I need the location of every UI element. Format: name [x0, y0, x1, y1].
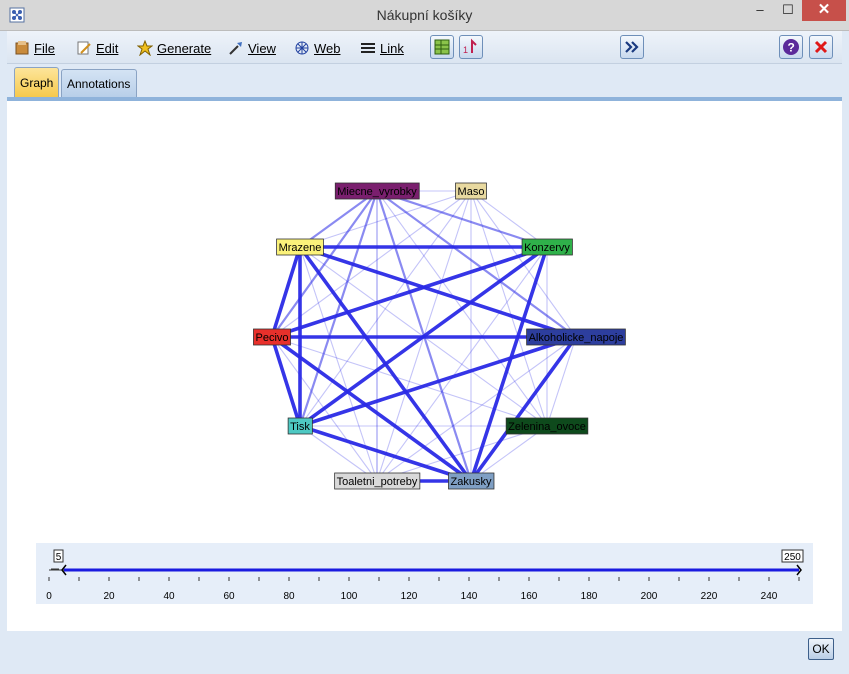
- slider-tick-label: 200: [641, 591, 658, 602]
- slider-tick-label: 60: [223, 591, 235, 602]
- close-icon: [814, 40, 828, 54]
- menu-link-label: Link: [380, 40, 404, 56]
- table-view-button[interactable]: [430, 35, 454, 59]
- help-icon: ?: [783, 39, 799, 55]
- help-button[interactable]: ?: [779, 35, 803, 59]
- ok-button[interactable]: OK: [808, 638, 834, 660]
- link-threshold-slider-panel: 5 250 0 20 40 60 80 100 120 140 160 180 200 220 240: [36, 543, 813, 604]
- edge-maso-pecivo[interactable]: [271, 190, 472, 338]
- node-label-toaletni: Toaletni_potreby: [337, 476, 418, 488]
- tab-annotations[interactable]: Annotations: [61, 69, 137, 97]
- menu-file[interactable]: File: [14, 40, 55, 56]
- menu-link[interactable]: Link: [360, 40, 404, 56]
- slider-max-value: 250: [784, 552, 801, 563]
- menu-generate-label: Generate: [157, 40, 212, 56]
- node-mrazene[interactable]: Mrazene: [276, 238, 324, 256]
- close-window-button[interactable]: ✕: [802, 0, 846, 21]
- slider-tick-label: 20: [103, 591, 115, 602]
- node-label-pecivo: Pecivo: [255, 332, 288, 344]
- slider-tick-label: 40: [163, 591, 175, 602]
- node-label-maso: Maso: [458, 186, 485, 198]
- slider-tick-label: 100: [341, 591, 358, 602]
- node-toaletni[interactable]: Toaletni_potreby: [334, 472, 421, 490]
- bottom-bar: [0, 631, 849, 674]
- slider-tick-label: 80: [283, 591, 295, 602]
- node-label-konzervy: Konzervy: [524, 242, 570, 254]
- web-icon: [295, 41, 309, 55]
- node-label-tisk: Tisk: [290, 421, 310, 433]
- edge-konzervy-zakusky[interactable]: [469, 246, 549, 482]
- menu-web[interactable]: Web: [294, 40, 341, 56]
- title-bar: Nákupní košíky – ☐ ✕: [0, 0, 849, 31]
- menu-view[interactable]: View: [228, 40, 276, 56]
- generate-icon: [137, 40, 153, 56]
- menu-edit[interactable]: Edit: [76, 40, 118, 56]
- edge-miecne-pecivo[interactable]: [271, 190, 378, 338]
- node-zakusky[interactable]: Zakusky: [448, 472, 495, 490]
- node-tisk[interactable]: Tisk: [287, 417, 313, 435]
- node-konzervy[interactable]: Konzervy: [521, 238, 573, 256]
- menu-web-label: Web: [314, 40, 341, 56]
- node-pecivo[interactable]: Pecivo: [253, 328, 291, 346]
- svg-text:?: ?: [788, 41, 795, 55]
- node-alkoholicke[interactable]: Alkoholicke_napoje: [526, 328, 626, 346]
- slider-tick-label: 180: [581, 591, 598, 602]
- double-chevron-right-icon: [625, 41, 639, 53]
- slider-tick-label: 240: [761, 591, 778, 602]
- slider-tick-label: 220: [701, 591, 718, 602]
- link-icon: [361, 43, 375, 53]
- node-label-zakusky: Zakusky: [451, 476, 492, 488]
- menu-view-label: View: [248, 40, 276, 56]
- menu-generate[interactable]: Generate: [137, 40, 211, 56]
- tab-bar: Graph Annotations: [0, 64, 849, 97]
- slider-min-value: 5: [56, 552, 62, 563]
- minimize-button[interactable]: –: [746, 0, 774, 21]
- node-zelenina[interactable]: Zelenina_ovoce: [505, 417, 589, 435]
- node-maso[interactable]: Maso: [455, 182, 487, 200]
- sort-icon: 1: [463, 38, 477, 55]
- maximize-button[interactable]: ☐: [774, 0, 802, 21]
- slider-tick-label: 0: [46, 591, 52, 602]
- edge-alkoholicke-zelenina[interactable]: [546, 336, 577, 427]
- edge-pecivo-tisk[interactable]: [270, 336, 302, 427]
- node-label-mrazene: Mrazene: [279, 242, 322, 254]
- menu-edit-label: Edit: [96, 40, 119, 56]
- slider-tick-label: 120: [401, 591, 418, 602]
- sort-button[interactable]: 1: [459, 35, 483, 59]
- edit-icon: [77, 41, 91, 55]
- menu-file-label: File: [34, 40, 55, 56]
- close-output-button[interactable]: [809, 35, 833, 59]
- svg-text:1: 1: [463, 45, 468, 55]
- edge-toaletni-pecivo[interactable]: [271, 336, 378, 482]
- node-label-zelenina: Zelenina_ovoce: [508, 421, 586, 433]
- slider-tick-label: 160: [521, 591, 538, 602]
- slider-tick-label: 140: [461, 591, 478, 602]
- expand-button[interactable]: [620, 35, 644, 59]
- node-label-miecne: Miecne_vyrobky: [337, 186, 417, 198]
- edge-miecne-alkoholicke[interactable]: [376, 190, 577, 338]
- window-border-right: [842, 31, 849, 631]
- edge-miecne-zelenina[interactable]: [376, 190, 548, 427]
- window-border-left: [0, 31, 7, 631]
- tab-graph[interactable]: Graph: [14, 67, 59, 97]
- edge-maso-tisk[interactable]: [299, 190, 472, 427]
- file-icon: [15, 41, 29, 55]
- menu-bar: File Edit Generate View Web Link 1 ?: [0, 31, 849, 64]
- node-miecne[interactable]: Miecne_vyrobky: [334, 182, 420, 200]
- window-title: Nákupní košíky: [376, 7, 473, 23]
- view-icon: [229, 42, 242, 55]
- link-threshold-slider[interactable]: 5 250 0 20 40 60 80 100 120 140 160 180 200 220 240: [36, 543, 813, 604]
- node-label-alkoholicke: Alkoholicke_napoje: [529, 332, 624, 344]
- edge-mrazene-pecivo[interactable]: [270, 246, 302, 338]
- edge-pecivo-zakusky[interactable]: [270, 335, 473, 483]
- table-icon: [434, 39, 450, 55]
